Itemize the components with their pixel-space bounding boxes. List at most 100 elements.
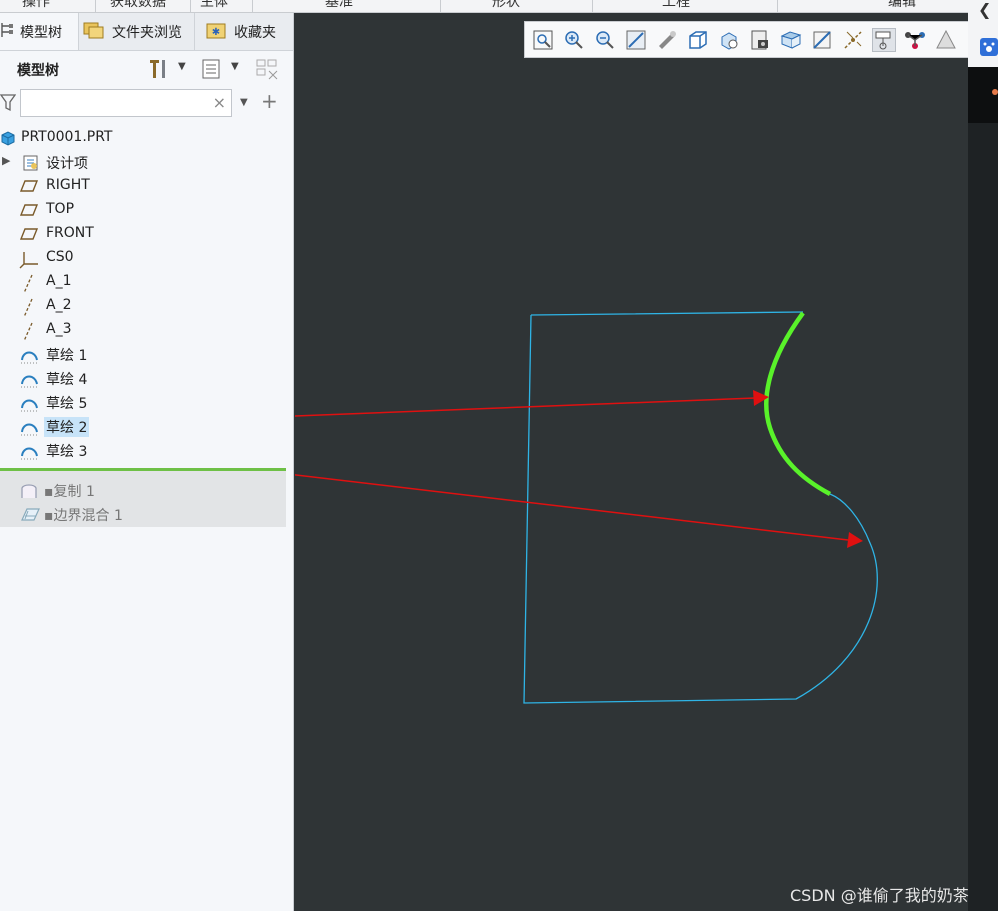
tab-model-tree[interactable]: 模型树 (0, 13, 78, 50)
ribbon-tab-body[interactable]: 主体 (200, 0, 228, 11)
datum-display-icon[interactable] (841, 28, 865, 52)
ribbon-tab-edit[interactable]: 编辑 (888, 0, 916, 11)
status-dot-icon (992, 89, 998, 95)
tree-item-label: A_2 (46, 297, 72, 313)
tree-search-input[interactable] (25, 91, 209, 117)
collapse-arrow-icon[interactable]: ❮ (978, 0, 991, 19)
tree-item-label: 草绘 1 (46, 348, 88, 364)
tree-item-sketch-2[interactable]: 草绘 2 (0, 414, 293, 438)
tree-item-label: A_3 (46, 321, 72, 337)
navigator-panel: 模型树 文件夹浏览 ✱ 收藏夹 模型树 ▼ ▼ × ▼ + PRT0001.PR… (0, 13, 294, 911)
tree-item-label: 草绘 4 (46, 372, 88, 388)
datum-axis-icon (20, 274, 38, 294)
part-icon (0, 130, 18, 146)
ribbon-separator (592, 0, 593, 12)
ribbon-tabs-strip: 操作 获取数据 主体 基准 形状 工程 编辑 (0, 0, 998, 13)
tree-item-copy-1[interactable]: ▪复制 1 (0, 478, 293, 502)
spin-center-icon[interactable] (903, 28, 927, 52)
shading-icon[interactable] (655, 28, 679, 52)
datum-plane-icon (19, 178, 39, 194)
datum-axis-icon (20, 298, 38, 318)
folder-browser-icon (82, 20, 106, 44)
tab-favorites[interactable]: ✱ 收藏夹 (204, 13, 293, 50)
tree-item-label: TOP (46, 201, 75, 217)
column-display-icon[interactable] (255, 57, 281, 85)
tree-item-top[interactable]: TOP (0, 198, 293, 222)
model-tree-header: 模型树 ▼ ▼ (0, 51, 293, 87)
chevron-down-icon[interactable]: ▼ (178, 61, 186, 72)
add-filter-icon[interactable]: + (261, 89, 278, 113)
section-icon[interactable] (810, 28, 834, 52)
tree-item-label-selected: 草绘 2 (44, 417, 90, 437)
tab-separator (194, 13, 195, 50)
perspective-icon[interactable] (779, 28, 803, 52)
tree-item-a2[interactable]: A_2 (0, 294, 293, 318)
sketch-icon (20, 418, 39, 436)
tree-item-sketch-5[interactable]: 草绘 5 (0, 390, 293, 414)
coordinate-system-icon (18, 250, 38, 269)
datum-axis-icon (20, 322, 38, 342)
svg-text:✱: ✱ (212, 27, 220, 38)
tree-item-boundary-blend-1[interactable]: ▪边界混合 1 (0, 502, 293, 526)
sketch-icon (20, 394, 39, 412)
show-options-icon[interactable] (199, 57, 223, 85)
tree-item-label: PRT0001.PRT (21, 129, 113, 145)
tree-item-label: A_1 (46, 273, 72, 289)
tree-item-sketch-1[interactable]: 草绘 1 (0, 342, 293, 366)
filter-icon[interactable] (0, 93, 17, 117)
repaint-icon[interactable] (624, 28, 648, 52)
tree-item-front[interactable]: FRONT (0, 222, 293, 246)
ribbon-separator (190, 0, 191, 12)
annotation-display-icon[interactable] (872, 28, 896, 52)
paw-icon[interactable] (980, 38, 998, 60)
expand-arrow-icon[interactable]: ▶ (2, 154, 10, 167)
graphics-toolbar (524, 21, 970, 58)
right-panel-dark-band (968, 67, 998, 123)
sketch-icon (20, 442, 39, 460)
tab-label: 模型树 (20, 24, 62, 41)
tree-item-a1[interactable]: A_1 (0, 270, 293, 294)
tree-item-sketch-4[interactable]: 草绘 4 (0, 366, 293, 390)
ribbon-tab-datum[interactable]: 基准 (325, 0, 353, 11)
ribbon-separator (777, 0, 778, 12)
tree-item-label: ▪复制 1 (44, 484, 95, 500)
tree-item-a3[interactable]: A_3 (0, 318, 293, 342)
tree-item-right[interactable]: RIGHT (0, 174, 293, 198)
ribbon-tab-shapes[interactable]: 形状 (492, 0, 520, 11)
zoom-in-icon[interactable] (562, 28, 586, 52)
graphics-window[interactable] (295, 13, 968, 911)
zoom-out-icon[interactable] (593, 28, 617, 52)
tree-item-cs0[interactable]: CS0 (0, 246, 293, 270)
ribbon-tab-engineering[interactable]: 工程 (662, 0, 690, 11)
tree-item-label: FRONT (46, 225, 94, 241)
tab-folder-browser[interactable]: 文件夹浏览 (82, 13, 194, 50)
model-geometry[interactable] (295, 13, 968, 911)
tab-separator (78, 13, 79, 50)
tree-item-label: ▪边界混合 1 (44, 508, 123, 524)
favorites-icon: ✱ (204, 20, 228, 44)
model-tree-icon (0, 22, 14, 42)
saved-orientations-icon[interactable] (717, 28, 741, 52)
refit-icon[interactable] (531, 28, 555, 52)
view-manager-icon[interactable] (748, 28, 772, 52)
chevron-down-icon[interactable]: ▼ (240, 97, 248, 108)
tree-item-label: CS0 (46, 249, 74, 265)
tree-search-field[interactable]: × (20, 89, 232, 117)
ribbon-tab-operations[interactable]: 操作 (22, 0, 50, 11)
tree-item-label: 设计项 (46, 156, 88, 172)
chevron-down-icon[interactable]: ▼ (231, 61, 239, 72)
ribbon-tab-get-data[interactable]: 获取数据 (110, 0, 166, 11)
tree-item-sketch-3[interactable]: 草绘 3 (0, 438, 293, 462)
appearance-icon[interactable] (934, 28, 958, 52)
datum-plane-icon (19, 202, 39, 218)
settings-tools-icon[interactable] (146, 57, 170, 85)
tab-label: 文件夹浏览 (112, 24, 182, 41)
clear-search-icon[interactable]: × (213, 93, 226, 112)
navigator-tabs: 模型树 文件夹浏览 ✱ 收藏夹 (0, 13, 293, 51)
highlighted-sketch-curve[interactable] (764, 311, 832, 496)
display-style-icon[interactable] (686, 28, 710, 52)
tree-item-label: RIGHT (46, 177, 90, 193)
boundary-blend-icon (20, 506, 40, 522)
tree-root-item[interactable]: PRT0001.PRT (0, 126, 293, 150)
tree-item-design-items[interactable]: ▶ 设计项 (0, 150, 293, 174)
